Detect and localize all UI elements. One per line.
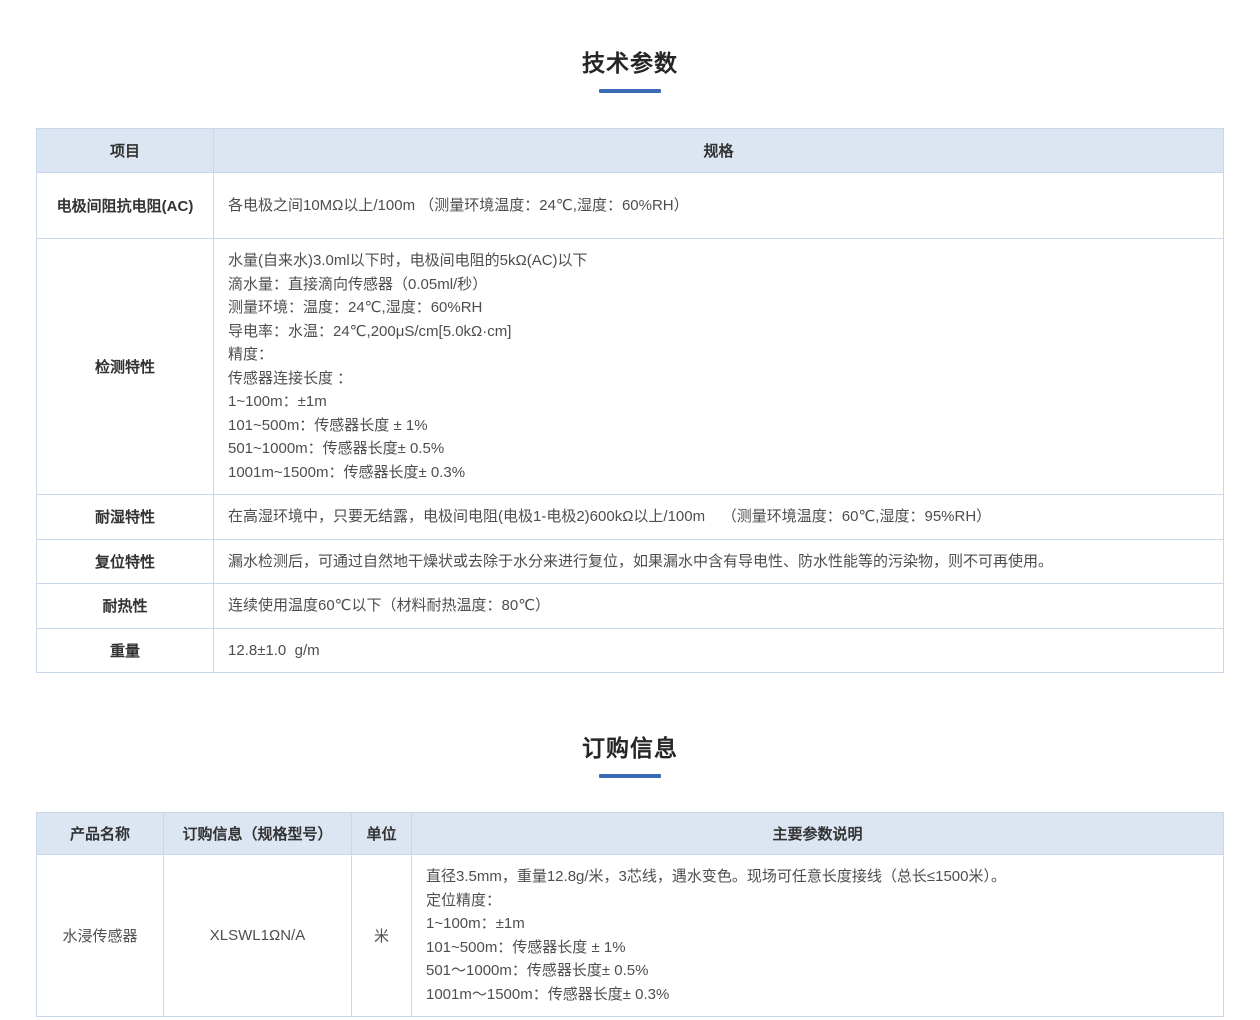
order-header-params: 主要参数说明 bbox=[412, 813, 1224, 855]
spec-line: 漏水检测后，可通过自然地干燥状或去除于水分来进行复位，如果漏水中含有导电性、防水… bbox=[228, 550, 1209, 574]
row-spec-humidity: 在高湿环境中，只要无结露，电极间电阻(电极1-电极2)600kΩ以上/100m … bbox=[214, 495, 1224, 540]
spec-line: 水量(自来水)3.0ml以下时，电极间电阻的5kΩ(AC)以下 bbox=[228, 249, 1209, 273]
order-info-title-underline bbox=[599, 774, 661, 778]
spec-line: 测量环境：温度：24℃,湿度：60%RH bbox=[228, 296, 1209, 320]
order-header-model: 订购信息（规格型号） bbox=[164, 813, 352, 855]
row-spec-reset: 漏水检测后，可通过自然地干燥状或去除于水分来进行复位，如果漏水中含有导电性、防水… bbox=[214, 539, 1224, 584]
tech-params-title-underline bbox=[599, 89, 661, 93]
table-row: 电极间阻抗电阻(AC) 各电极之间10MΩ以上/100m （测量环境温度：24℃… bbox=[37, 173, 1224, 239]
spec-line: 滴水量：直接滴向传感器（0.05ml/秒） bbox=[228, 273, 1209, 297]
row-label-electrode-impedance: 电极间阻抗电阻(AC) bbox=[37, 173, 214, 239]
order-params-description: 直径3.5mm，重量12.8g/米，3芯线，遇水变色。现场可任意长度接线（总长≤… bbox=[412, 855, 1224, 1017]
order-info-section-header: 订购信息 bbox=[36, 729, 1224, 778]
order-info-title: 订购信息 bbox=[36, 729, 1224, 763]
tech-table-header-row: 项目 规格 bbox=[37, 129, 1224, 173]
spec-line: 1~100m：±1m bbox=[426, 912, 1209, 936]
spec-line: 501～1000m：传感器长度± 0.5% bbox=[426, 959, 1209, 983]
spec-line: 导电率：水温：24℃,200μS/cm[5.0kΩ·cm] bbox=[228, 320, 1209, 344]
table-row: 检测特性 水量(自来水)3.0ml以下时，电极间电阻的5kΩ(AC)以下 滴水量… bbox=[37, 239, 1224, 495]
spec-line: 定位精度： bbox=[426, 889, 1209, 913]
spec-line: 精度： bbox=[228, 343, 1209, 367]
spec-line: 1~100m：±1m bbox=[228, 390, 1209, 414]
spec-page: 技术参数 项目 规格 电极间阻抗电阻(AC) 各电极之间10MΩ以上/100m … bbox=[0, 0, 1260, 1020]
order-product-name: 水浸传感器 bbox=[37, 855, 164, 1017]
order-model: XLSWL1ΩN/A bbox=[164, 855, 352, 1017]
tech-params-section-header: 技术参数 bbox=[36, 44, 1224, 93]
table-row: 复位特性 漏水检测后，可通过自然地干燥状或去除于水分来进行复位，如果漏水中含有导… bbox=[37, 539, 1224, 584]
spec-line: 101~500m：传感器长度 ± 1% bbox=[228, 414, 1209, 438]
tech-params-title: 技术参数 bbox=[36, 44, 1224, 78]
table-row: 重量 12.8±1.0 g/m bbox=[37, 628, 1224, 673]
order-header-product-name: 产品名称 bbox=[37, 813, 164, 855]
spec-line: 1001m～1500m：传感器长度± 0.3% bbox=[426, 983, 1209, 1007]
table-row: 耐热性 连续使用温度60℃以下（材料耐热温度：80℃） bbox=[37, 584, 1224, 629]
row-spec-heat-resistance: 连续使用温度60℃以下（材料耐热温度：80℃） bbox=[214, 584, 1224, 629]
row-label-reset: 复位特性 bbox=[37, 539, 214, 584]
table-row: 水浸传感器 XLSWL1ΩN/A 米 直径3.5mm，重量12.8g/米，3芯线… bbox=[37, 855, 1224, 1017]
spec-line: 直径3.5mm，重量12.8g/米，3芯线，遇水变色。现场可任意长度接线（总长≤… bbox=[426, 865, 1209, 889]
row-label-humidity: 耐湿特性 bbox=[37, 495, 214, 540]
spec-line: 传感器连接长度 ： bbox=[228, 367, 1209, 391]
row-label-detection: 检测特性 bbox=[37, 239, 214, 495]
row-spec-electrode-impedance: 各电极之间10MΩ以上/100m （测量环境温度：24℃,湿度：60%RH） bbox=[214, 173, 1224, 239]
row-spec-weight: 12.8±1.0 g/m bbox=[214, 628, 1224, 673]
tech-params-table: 项目 规格 电极间阻抗电阻(AC) 各电极之间10MΩ以上/100m （测量环境… bbox=[36, 128, 1224, 673]
row-spec-detection: 水量(自来水)3.0ml以下时，电极间电阻的5kΩ(AC)以下 滴水量：直接滴向… bbox=[214, 239, 1224, 495]
spec-line: 12.8±1.0 g/m bbox=[228, 639, 1209, 663]
table-row: 耐湿特性 在高湿环境中，只要无结露，电极间电阻(电极1-电极2)600kΩ以上/… bbox=[37, 495, 1224, 540]
spec-line: 101~500m：传感器长度 ± 1% bbox=[426, 936, 1209, 960]
tech-header-item: 项目 bbox=[37, 129, 214, 173]
spec-line: 501~1000m：传感器长度± 0.5% bbox=[228, 437, 1209, 461]
order-table-header-row: 产品名称 订购信息（规格型号） 单位 主要参数说明 bbox=[37, 813, 1224, 855]
row-label-heat-resistance: 耐热性 bbox=[37, 584, 214, 629]
row-label-weight: 重量 bbox=[37, 628, 214, 673]
spec-line: 在高湿环境中，只要无结露，电极间电阻(电极1-电极2)600kΩ以上/100m … bbox=[228, 505, 1209, 529]
order-header-unit: 单位 bbox=[352, 813, 412, 855]
order-unit: 米 bbox=[352, 855, 412, 1017]
spec-line: 各电极之间10MΩ以上/100m （测量环境温度：24℃,湿度：60%RH） bbox=[228, 194, 1209, 218]
spec-line: 1001m~1500m：传感器长度± 0.3% bbox=[228, 461, 1209, 485]
spec-line: 连续使用温度60℃以下（材料耐热温度：80℃） bbox=[228, 594, 1209, 618]
tech-header-spec: 规格 bbox=[214, 129, 1224, 173]
order-info-table: 产品名称 订购信息（规格型号） 单位 主要参数说明 水浸传感器 XLSWL1ΩN… bbox=[36, 812, 1224, 1017]
